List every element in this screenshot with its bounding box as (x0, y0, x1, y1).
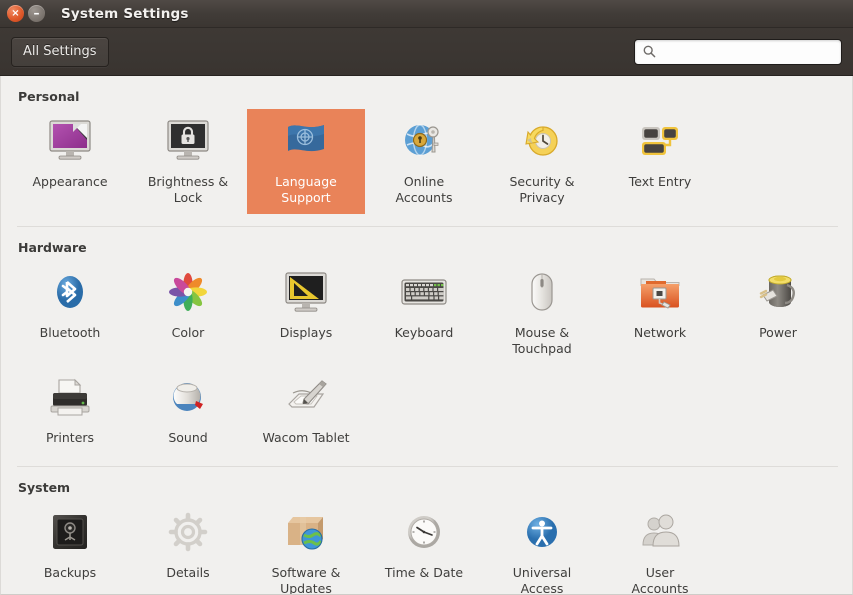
settings-tile-label: Mouse & Touchpad (512, 325, 572, 356)
mouse-icon (516, 267, 568, 319)
settings-tile-user-accounts[interactable]: User Accounts (601, 500, 719, 595)
settings-tile-wacom-tablet[interactable]: Wacom Tablet (247, 365, 365, 454)
gear-icon (162, 507, 214, 559)
settings-tile-details[interactable]: Details (129, 500, 247, 594)
settings-tile-text-entry[interactable]: Text Entry (601, 109, 719, 214)
settings-tile-software-updates[interactable]: Software & Updates (247, 500, 365, 595)
section-title: Personal (18, 89, 80, 104)
settings-tile-printers[interactable]: Printers (11, 365, 129, 454)
section-personal: Personal Appearance Brightness & Lock La… (1, 76, 852, 214)
settings-tile-label: Sound (168, 430, 208, 445)
safe-icon (44, 507, 96, 559)
search-box[interactable] (634, 38, 842, 65)
all-settings-label: All Settings (23, 44, 97, 59)
settings-tile-network[interactable]: Network (601, 260, 719, 365)
settings-tile-label: Brightness & Lock (147, 174, 229, 205)
settings-tile-label: User Accounts (631, 565, 689, 595)
settings-tile-sound[interactable]: Sound (129, 365, 247, 454)
settings-tile-time-date[interactable]: Time & Date (365, 500, 483, 594)
settings-tile-label: Displays (279, 325, 333, 340)
toolbar: All Settings (0, 28, 853, 76)
section-title: Hardware (18, 240, 87, 255)
all-settings-button[interactable]: All Settings (11, 36, 109, 67)
users-icon (634, 507, 686, 559)
tablet-pen-icon (280, 372, 332, 424)
flag-language-icon (280, 116, 332, 168)
settings-tile-color[interactable]: Color (129, 260, 247, 365)
printer-icon (44, 372, 96, 424)
settings-tile-label: Power (759, 325, 797, 340)
settings-tile-universal-access[interactable]: Universal Access (483, 500, 601, 595)
section-system: System Backups Details Software & Update… (1, 467, 852, 595)
keyboard-icon (398, 267, 450, 319)
settings-tile-label: Bluetooth (39, 325, 101, 340)
settings-tile-bluetooth[interactable]: Bluetooth (11, 260, 129, 365)
settings-tile-power[interactable]: Power (719, 260, 837, 365)
settings-tile-label: Universal Access (512, 565, 572, 595)
settings-tile-label: Online Accounts (395, 174, 453, 205)
minimize-button[interactable]: – (28, 5, 45, 22)
settings-tile-label: Security & Privacy (509, 174, 575, 205)
settings-tile-keyboard[interactable]: Keyboard (365, 260, 483, 365)
close-button[interactable]: × (7, 5, 24, 22)
close-icon: × (11, 7, 20, 19)
clock-icon (398, 507, 450, 559)
settings-tile-label: Keyboard (394, 325, 454, 340)
settings-tile-label: Color (171, 325, 205, 340)
settings-tile-backups[interactable]: Backups (11, 500, 129, 594)
minimize-icon: – (33, 5, 40, 20)
settings-tile-label: Software & Updates (271, 565, 341, 595)
settings-tile-label: Network (633, 325, 687, 340)
settings-grid: Backups Details Software & Updates Time … (1, 500, 852, 595)
settings-tile-label: Printers (45, 430, 95, 445)
monitor-wallpaper-icon (44, 116, 96, 168)
globe-key-icon (398, 116, 450, 168)
settings-tile-mouse-touchpad[interactable]: Mouse & Touchpad (483, 260, 601, 365)
settings-tile-displays[interactable]: Displays (247, 260, 365, 365)
color-flower-icon (162, 267, 214, 319)
section-hardware: Hardware Bluetooth Color Displays Keyboa… (1, 227, 852, 454)
title-bar: × – System Settings (0, 0, 853, 28)
settings-tile-label: Language Support (275, 174, 337, 205)
settings-grid: Bluetooth Color Displays Keyboard Mouse … (1, 260, 852, 454)
search-input[interactable] (663, 44, 833, 59)
accessibility-icon (516, 507, 568, 559)
settings-grid: Appearance Brightness & Lock Language Su… (1, 109, 852, 214)
settings-tile-security-privacy[interactable]: Security & Privacy (483, 109, 601, 214)
clock-rewind-icon (516, 116, 568, 168)
settings-tile-language-support[interactable]: Language Support (247, 109, 365, 214)
speaker-icon (162, 372, 214, 424)
bluetooth-icon (44, 267, 96, 319)
box-globe-icon (280, 507, 332, 559)
system-settings-window: × – System Settings All Settings Persona… (0, 0, 853, 595)
settings-tile-label: Details (166, 565, 210, 580)
search-icon (643, 45, 656, 58)
settings-tile-label: Time & Date (384, 565, 464, 580)
settings-tile-label: Text Entry (628, 174, 692, 189)
monitor-lock-icon (162, 116, 214, 168)
keys-layout-icon (634, 116, 686, 168)
settings-tile-label: Appearance (32, 174, 108, 189)
settings-panel: Personal Appearance Brightness & Lock La… (0, 76, 853, 595)
settings-tile-label: Wacom Tablet (262, 430, 350, 445)
settings-tile-brightness-lock[interactable]: Brightness & Lock (129, 109, 247, 214)
battery-plug-icon (752, 267, 804, 319)
settings-tile-label: Backups (43, 565, 97, 580)
display-monitor-icon (280, 267, 332, 319)
window-title: System Settings (61, 5, 189, 22)
settings-tile-online-accounts[interactable]: Online Accounts (365, 109, 483, 214)
settings-tile-appearance[interactable]: Appearance (11, 109, 129, 214)
section-title: System (18, 480, 71, 495)
network-folder-icon (634, 267, 686, 319)
